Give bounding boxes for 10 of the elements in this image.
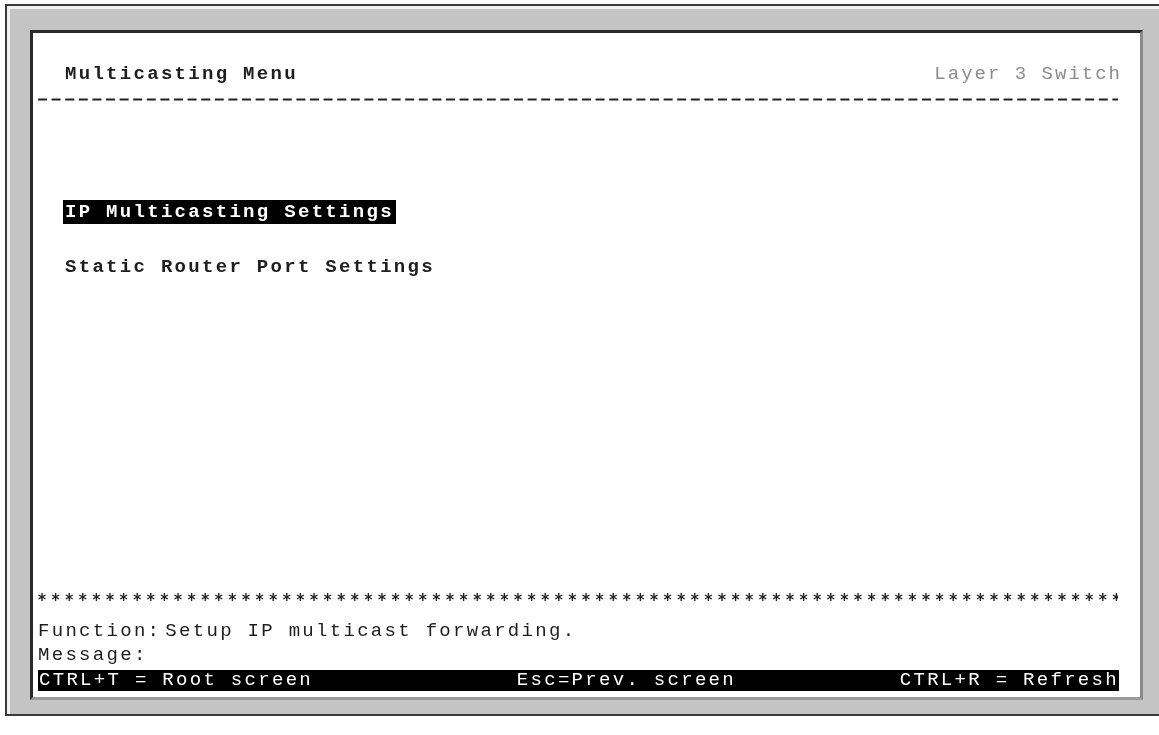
device-type-label: Layer 3 Switch <box>934 62 1122 86</box>
key-hint: Esc=Prev. screen <box>516 670 736 691</box>
menu-item[interactable]: Static Router Port Settings <box>63 255 437 279</box>
menu-title: Multicasting Menu <box>65 62 298 86</box>
function-label: Function: <box>38 619 162 643</box>
key-hint: CTRL+R = Refresh <box>899 670 1119 691</box>
message-label: Message: <box>38 643 148 667</box>
menu-item[interactable]: IP Multicasting Settings <box>63 200 396 224</box>
key-hint: CTRL+T = Root screen <box>39 670 314 691</box>
function-description: Setup IP multicast forwarding. <box>165 619 577 643</box>
